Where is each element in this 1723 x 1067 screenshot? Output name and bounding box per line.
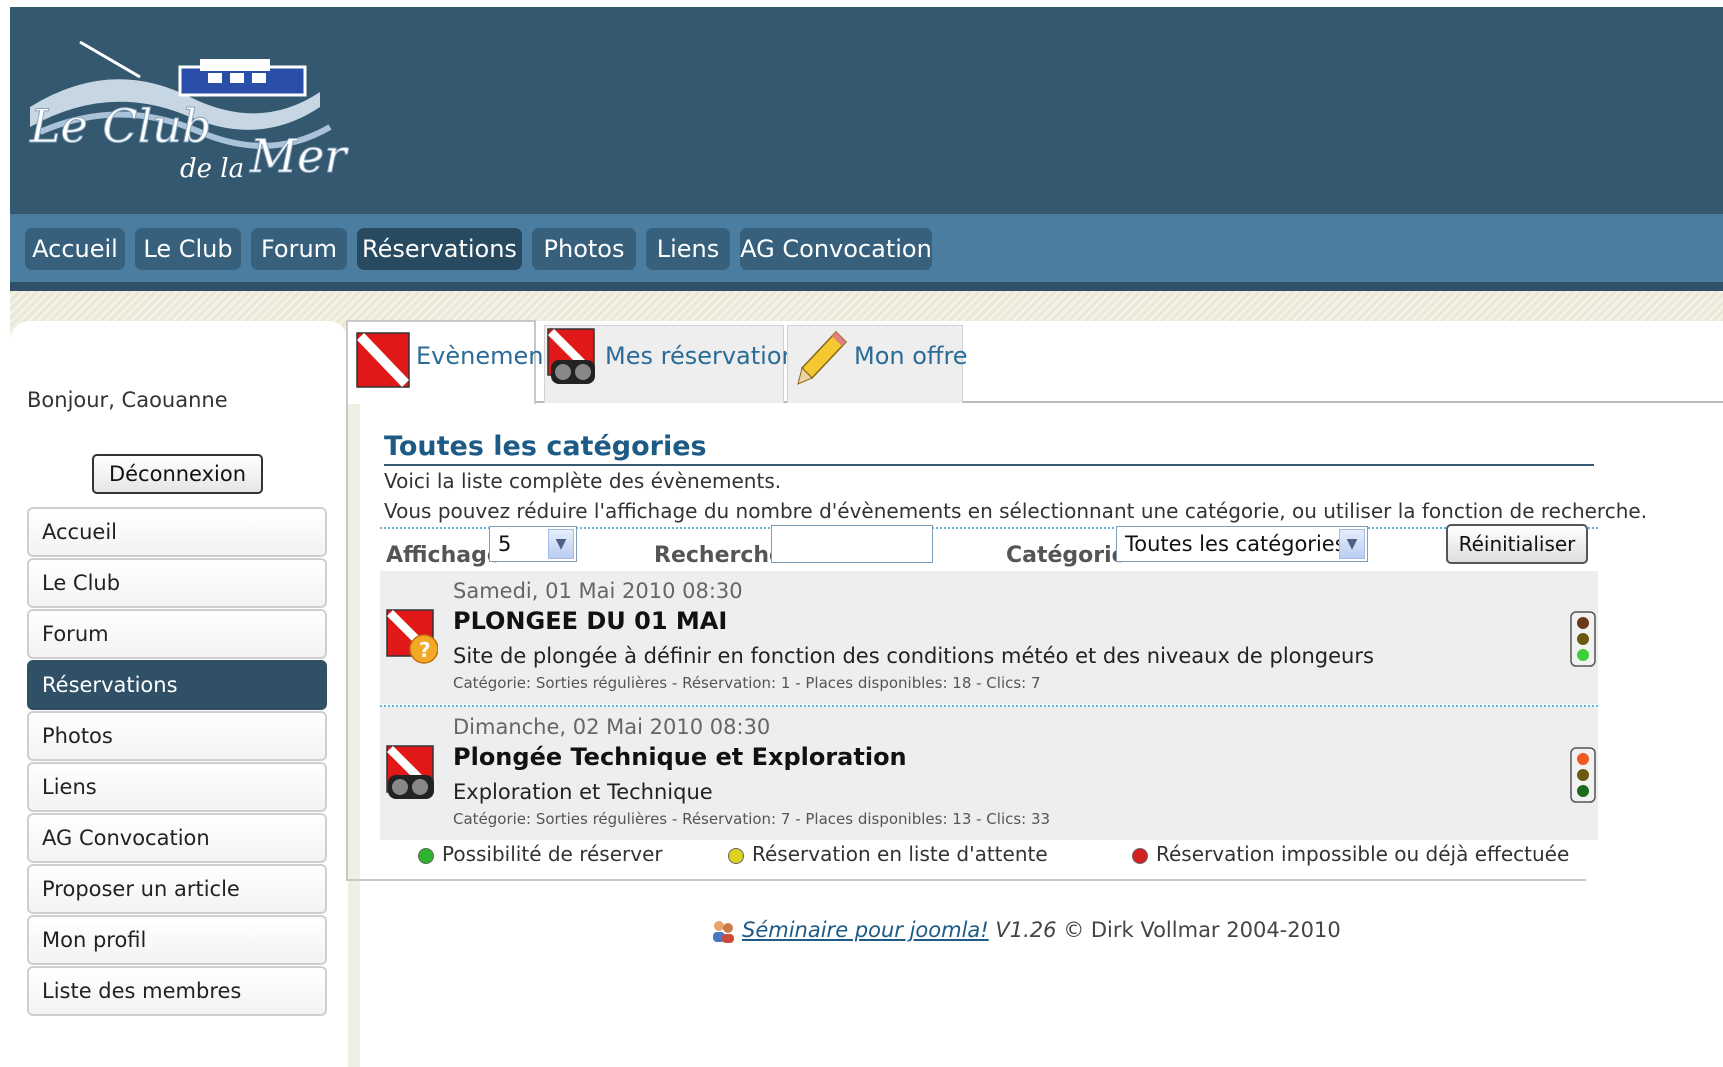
top-navbar: Accueil Le Club Forum Réservations Photo… xyxy=(10,214,1723,291)
seminar-link[interactable]: Séminaire pour joomla! xyxy=(742,918,989,942)
event-title[interactable]: Plongée Technique et Exploration xyxy=(453,743,907,771)
tab-evenement[interactable]: Evènement xyxy=(346,320,553,404)
legend-available: Possibilité de réserver xyxy=(418,842,663,866)
green-dot-icon xyxy=(418,847,434,864)
nav-ag-convocation[interactable]: AG Convocation xyxy=(740,228,932,270)
nav-forum[interactable]: Forum xyxy=(251,228,347,270)
event-title[interactable]: PLONGEE DU 01 MAI xyxy=(453,607,727,635)
intro-line-2: Vous pouvez réduire l'affichage du nombr… xyxy=(384,499,1648,523)
sidebar-item-proposer-article[interactable]: Proposer un article xyxy=(27,864,327,914)
traffic-light-icon xyxy=(1570,747,1596,803)
greeting-text: Bonjour, Caouanne xyxy=(27,388,228,412)
tab-mes-reservations[interactable]: Mes réservations xyxy=(544,325,809,403)
version-text: V1.26 xyxy=(995,918,1057,942)
sidebar-item-liste-membres[interactable]: Liste des membres xyxy=(27,966,327,1016)
site-header: Le Club de la Mer xyxy=(10,7,1723,214)
nav-reservations[interactable]: Réservations xyxy=(357,228,522,270)
red-dot-icon xyxy=(1132,847,1148,864)
sidebar-item-accueil[interactable]: Accueil xyxy=(27,507,327,557)
sidebar-item-reservations[interactable]: Réservations xyxy=(27,660,327,710)
dive-flag-icon xyxy=(356,332,410,388)
category-select-value: Toutes les catégories xyxy=(1125,532,1346,556)
event-meta: Catégorie: Sorties régulières - Réservat… xyxy=(453,674,1041,692)
sidebar-item-liens[interactable]: Liens xyxy=(27,762,327,812)
legend-waitlist-label: Réservation en liste d'attente xyxy=(752,842,1048,866)
chevron-down-icon: ▼ xyxy=(1339,529,1365,559)
component-footer: Séminaire pour joomla! V1.26 © Dirk Voll… xyxy=(710,918,1341,944)
category-heading: Toutes les catégories xyxy=(384,431,1594,466)
yellow-dot-icon xyxy=(728,847,744,864)
tab-mon-offre-label: Mon offre xyxy=(854,342,968,370)
display-select[interactable]: 5 ▼ xyxy=(489,526,577,562)
main-content: Evènement Mes réservations Mon offre Tou… xyxy=(346,320,1723,1067)
content-left-border xyxy=(346,403,348,881)
dive-flag-mask-icon xyxy=(386,745,434,799)
event-description: Exploration et Technique xyxy=(453,780,713,804)
svg-text:?: ? xyxy=(419,638,431,662)
svg-text:de la: de la xyxy=(180,154,244,184)
reset-button[interactable]: Réinitialiser xyxy=(1446,524,1588,564)
sidebar: Bonjour, Caouanne Déconnexion Accueil Le… xyxy=(10,321,348,1067)
nav-le-club[interactable]: Le Club xyxy=(135,228,241,270)
chevron-down-icon: ▼ xyxy=(548,529,574,559)
logout-button[interactable]: Déconnexion xyxy=(92,454,263,494)
search-input[interactable] xyxy=(771,525,933,563)
nav-liens[interactable]: Liens xyxy=(646,228,730,270)
tab-mon-offre[interactable]: Mon offre xyxy=(787,325,968,403)
event-meta: Catégorie: Sorties régulières - Réservat… xyxy=(453,810,1051,828)
category-select[interactable]: Toutes les catégories ▼ xyxy=(1116,526,1368,562)
pencil-icon xyxy=(797,330,848,385)
legend-available-label: Possibilité de réserver xyxy=(442,842,663,866)
display-label: Affichage xyxy=(386,543,502,568)
event-description: Site de plongée à définir en fonction de… xyxy=(453,644,1374,668)
intro-line-1: Voici la liste complète des évènements. xyxy=(384,469,782,493)
svg-text:Le Club: Le Club xyxy=(29,99,211,153)
dive-flag-mask-icon xyxy=(547,328,595,384)
svg-text:Mer: Mer xyxy=(249,129,349,183)
sidebar-item-le-club[interactable]: Le Club xyxy=(27,558,327,608)
page-frame: Le Club de la Mer Accueil Le Club Forum … xyxy=(10,7,1723,1067)
event-date: Dimanche, 02 Mai 2010 08:30 xyxy=(453,715,771,739)
people-icon xyxy=(713,921,734,943)
event-row[interactable]: Dimanche, 02 Mai 2010 08:30 Plongée Tech… xyxy=(380,707,1598,840)
tab-evenement-label: Evènement xyxy=(416,342,553,370)
legend-unavailable-label: Réservation impossible ou déjà effectuée xyxy=(1156,842,1570,866)
sidebar-item-mon-profil[interactable]: Mon profil xyxy=(27,915,327,965)
copyright-text: © Dirk Vollmar 2004-2010 xyxy=(1063,918,1341,942)
tab-mes-reservations-label: Mes réservations xyxy=(605,342,810,370)
traffic-light-icon xyxy=(1570,611,1596,667)
event-date: Samedi, 01 Mai 2010 08:30 xyxy=(453,579,743,603)
dive-flag-question-icon: ? xyxy=(386,609,438,664)
sidebar-item-photos[interactable]: Photos xyxy=(27,711,327,761)
club-logo[interactable]: Le Club de la Mer xyxy=(20,37,370,207)
event-row[interactable]: ? Samedi, 01 Mai 2010 08:30 PLONGEE DU 0… xyxy=(380,571,1598,704)
content-bottom-border xyxy=(346,879,1586,881)
legend-unavailable: Réservation impossible ou déjà effectuée xyxy=(1132,842,1569,866)
nav-accueil[interactable]: Accueil xyxy=(25,228,125,270)
display-select-value: 5 xyxy=(498,532,512,556)
sidebar-item-forum[interactable]: Forum xyxy=(27,609,327,659)
sidebar-item-ag-convocation[interactable]: AG Convocation xyxy=(27,813,327,863)
legend-waitlist: Réservation en liste d'attente xyxy=(728,842,1048,866)
nav-photos[interactable]: Photos xyxy=(532,228,636,270)
